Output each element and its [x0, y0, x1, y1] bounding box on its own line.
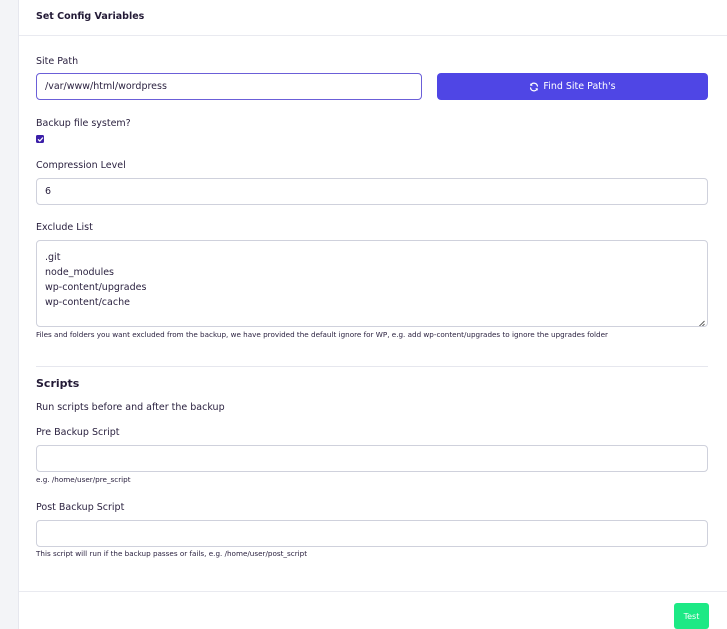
- scripts-description: Run scripts before and after the backup: [36, 402, 225, 413]
- exclude-hint: Files and folders you want excluded from…: [36, 330, 608, 339]
- site-path-value: /var/www/html/wordpress: [45, 81, 167, 92]
- section-divider: [36, 366, 708, 367]
- post-script-input[interactable]: [36, 520, 708, 547]
- backup-fs-checkbox[interactable]: [36, 135, 44, 143]
- resize-grip-icon[interactable]: [698, 317, 705, 326]
- pre-script-hint: e.g. /home/user/pre_script: [36, 475, 131, 484]
- compression-label: Compression Level: [36, 160, 126, 171]
- pre-script-label: Pre Backup Script: [36, 427, 120, 438]
- site-path-label: Site Path: [36, 56, 79, 67]
- exclude-line: .git: [45, 252, 61, 263]
- exclude-line: wp-content/upgrades: [45, 282, 147, 293]
- exclude-textarea[interactable]: .git node_modules wp-content/upgrades wp…: [36, 240, 708, 327]
- sync-icon: [529, 82, 539, 92]
- exclude-line: wp-content/cache: [45, 297, 130, 308]
- find-site-path-label: Find Site Path's: [543, 81, 616, 92]
- check-icon: [37, 136, 44, 143]
- post-script-label: Post Backup Script: [36, 502, 125, 513]
- test-button[interactable]: Test: [674, 603, 709, 629]
- config-card: Set Config Variables Site Path /var/www/…: [18, 0, 727, 629]
- scripts-title: Scripts: [36, 377, 80, 390]
- compression-input[interactable]: 6: [36, 178, 708, 205]
- site-path-input[interactable]: /var/www/html/wordpress: [36, 73, 422, 100]
- find-site-path-button[interactable]: Find Site Path's: [437, 73, 708, 100]
- exclude-label: Exclude List: [36, 222, 93, 233]
- footer-divider: [19, 591, 727, 592]
- card-title: Set Config Variables: [19, 0, 727, 36]
- backup-fs-label: Backup file system?: [36, 118, 131, 129]
- pre-script-input[interactable]: [36, 445, 708, 472]
- exclude-line: node_modules: [45, 267, 115, 278]
- post-script-hint: This script will run if the backup passe…: [36, 549, 308, 558]
- compression-value: 6: [45, 186, 52, 197]
